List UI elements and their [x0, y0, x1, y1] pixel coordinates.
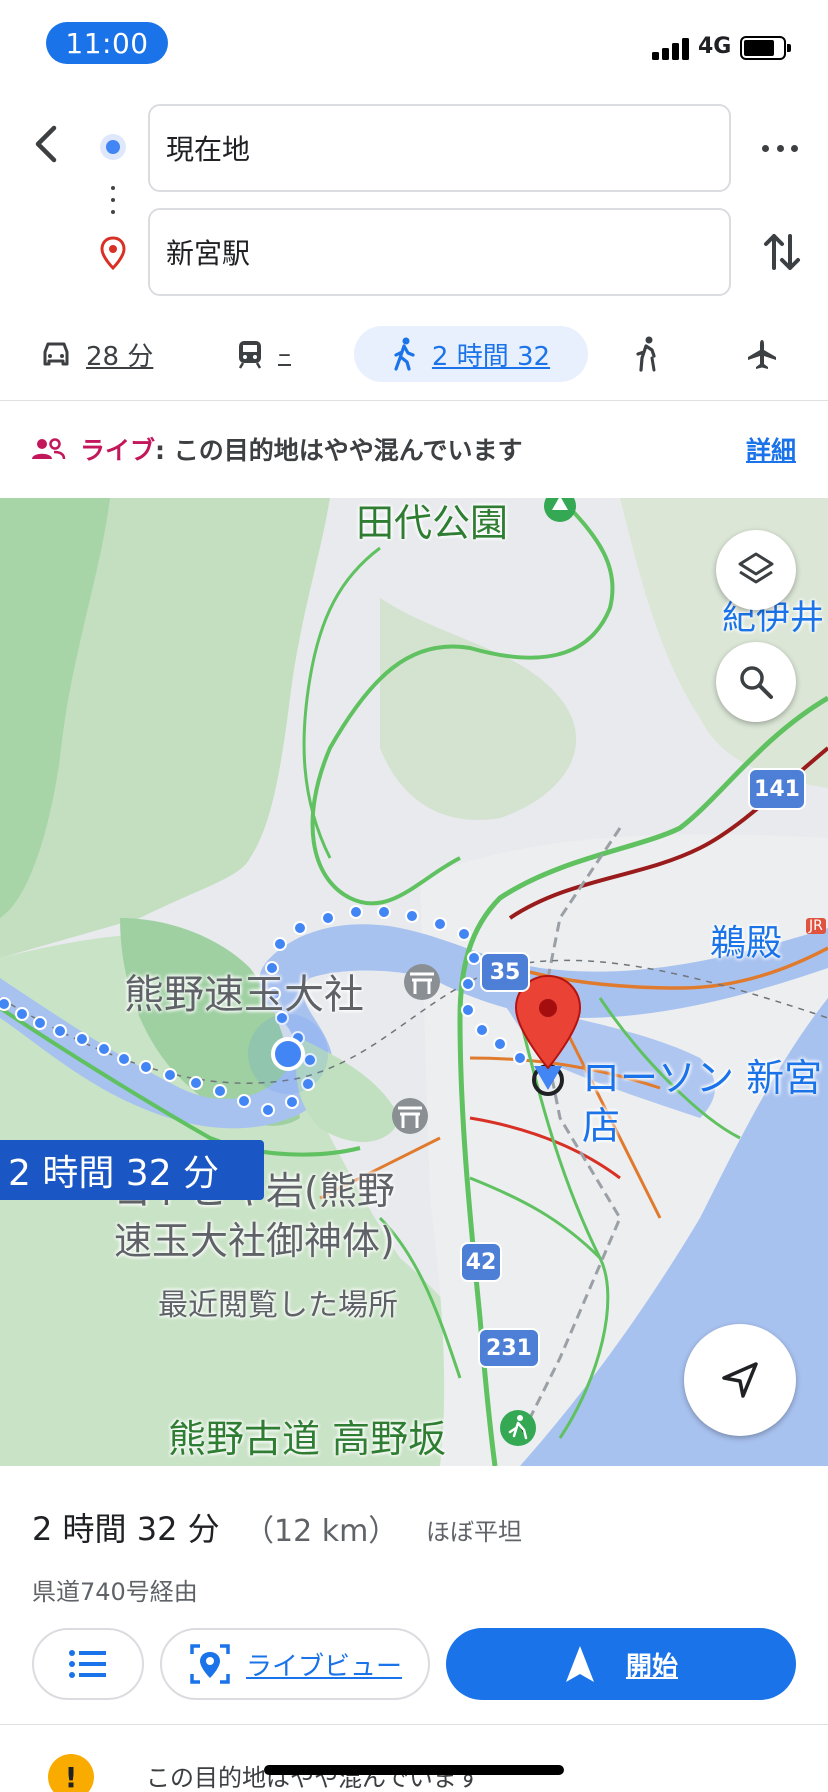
route-summary-sheet: 2 時間 32 分 （12 km） ほぼ平坦 県道740号経由 ライブビュー 開… [0, 1466, 828, 1792]
map-label-lawson-line2: 店 [582, 1104, 621, 1148]
route-terrain: ほぼ平坦 [426, 1518, 522, 1546]
map-label-lawson-line1: ローソン 新宮 [582, 1056, 823, 1100]
ride-hailing-icon [636, 336, 656, 372]
tab-transit[interactable]: – [236, 326, 291, 382]
walking-time: 2 時間 32 [431, 341, 551, 372]
tab-walking[interactable]: 2 時間 32 [354, 326, 588, 382]
people-icon [32, 438, 66, 460]
map-label-udono: 鵜殿 [710, 923, 783, 964]
live-message: ライブ: この目的地はやや混んでいます [80, 431, 522, 467]
route-via: 県道740号経由 [32, 1578, 198, 1606]
layers-icon [738, 552, 774, 584]
shrine-icon-2 [392, 1098, 428, 1134]
chevron-left-icon [35, 125, 57, 163]
start-button[interactable]: 開始 [446, 1628, 796, 1700]
destination-pin-icon [100, 236, 126, 271]
route-shield-231: 231 [478, 1328, 540, 1368]
shrine-icon [404, 964, 440, 1000]
route-duration: 2 時間 32 分 [32, 1510, 220, 1548]
hiking-icon [500, 1410, 536, 1446]
navigation-arrow-icon [722, 1362, 758, 1398]
sheet-divider [0, 1724, 828, 1725]
home-indicator[interactable] [264, 1765, 564, 1775]
map-label-gotobiki-line2: 速玉大社御神体) [114, 1219, 395, 1263]
steps-button[interactable] [32, 1628, 144, 1700]
car-icon [43, 342, 69, 366]
origin-dot-icon [100, 134, 126, 160]
live-busyness-banner: ライブ: この目的地はやや混んでいます 詳細 [0, 401, 828, 497]
map-view[interactable]: 田代公園 紀伊井 鵜殿 JR 熊野速玉大社 ローソン 新宮 店 ゴトビキ岩(熊野… [0, 498, 828, 1466]
tab-driving[interactable]: 28 分 [40, 326, 153, 382]
driving-time: 28 分 [86, 341, 154, 372]
map-label-lawson: ローソン 新宮 店 [582, 1054, 822, 1150]
recenter-button[interactable] [684, 1324, 796, 1436]
origin-input[interactable]: 現在地 [148, 104, 731, 192]
map-label-park: 田代公園 [356, 501, 509, 545]
details-link[interactable]: 詳細 [746, 431, 796, 467]
tab-flights[interactable] [746, 326, 778, 382]
route-distance: （12 km） [244, 1514, 399, 1549]
layers-button[interactable] [716, 530, 796, 610]
jr-badge: JR [806, 918, 826, 934]
start-label: 開始 [625, 1651, 678, 1682]
navigation-start-icon [565, 1646, 594, 1682]
map-search-button[interactable] [716, 642, 796, 722]
route-shield-42: 42 [460, 1242, 502, 1282]
airplane-icon [748, 340, 776, 369]
live-view-icon [190, 1644, 230, 1684]
network-type: 4G [698, 34, 732, 59]
tab-ride-hailing[interactable] [632, 326, 662, 382]
battery-icon [740, 36, 791, 60]
route-shield-35: 35 [480, 952, 530, 992]
live-view-label: ライブビュー [245, 1651, 402, 1682]
route-connector-dots [111, 186, 115, 214]
more-options-icon[interactable] [758, 128, 802, 168]
status-time: 11:00 [46, 22, 168, 64]
walk-icon [394, 337, 415, 371]
map-label-recent: 最近閲覧した場所 [158, 1288, 398, 1323]
live-label: ライブ [80, 436, 156, 465]
warning-text: この目的地はやや混んでいます [146, 1764, 481, 1792]
transit-time: – [278, 339, 291, 369]
map-label-kodo: 熊野古道 高野坂 [168, 1417, 447, 1461]
live-view-button[interactable]: ライブビュー [160, 1628, 430, 1700]
map-label-shrine: 熊野速玉大社 [124, 972, 364, 1018]
swap-icon[interactable] [760, 228, 804, 276]
back-button[interactable] [22, 118, 74, 170]
train-icon [238, 341, 262, 369]
signal-icon [652, 36, 692, 60]
route-shield-141: 141 [748, 768, 806, 810]
list-icon [69, 1650, 106, 1678]
travel-mode-tabs: 28 分 – 2 時間 32 [0, 326, 828, 386]
warning-icon: ! [48, 1754, 94, 1792]
route-time-badge: 2 時間 32 分 [0, 1140, 264, 1200]
destination-input[interactable]: 新宮駅 [148, 208, 731, 296]
search-icon [740, 666, 773, 699]
status-bar: 11:00 4G [0, 0, 828, 90]
live-message-text: : この目的地はやや混んでいます [155, 436, 523, 465]
